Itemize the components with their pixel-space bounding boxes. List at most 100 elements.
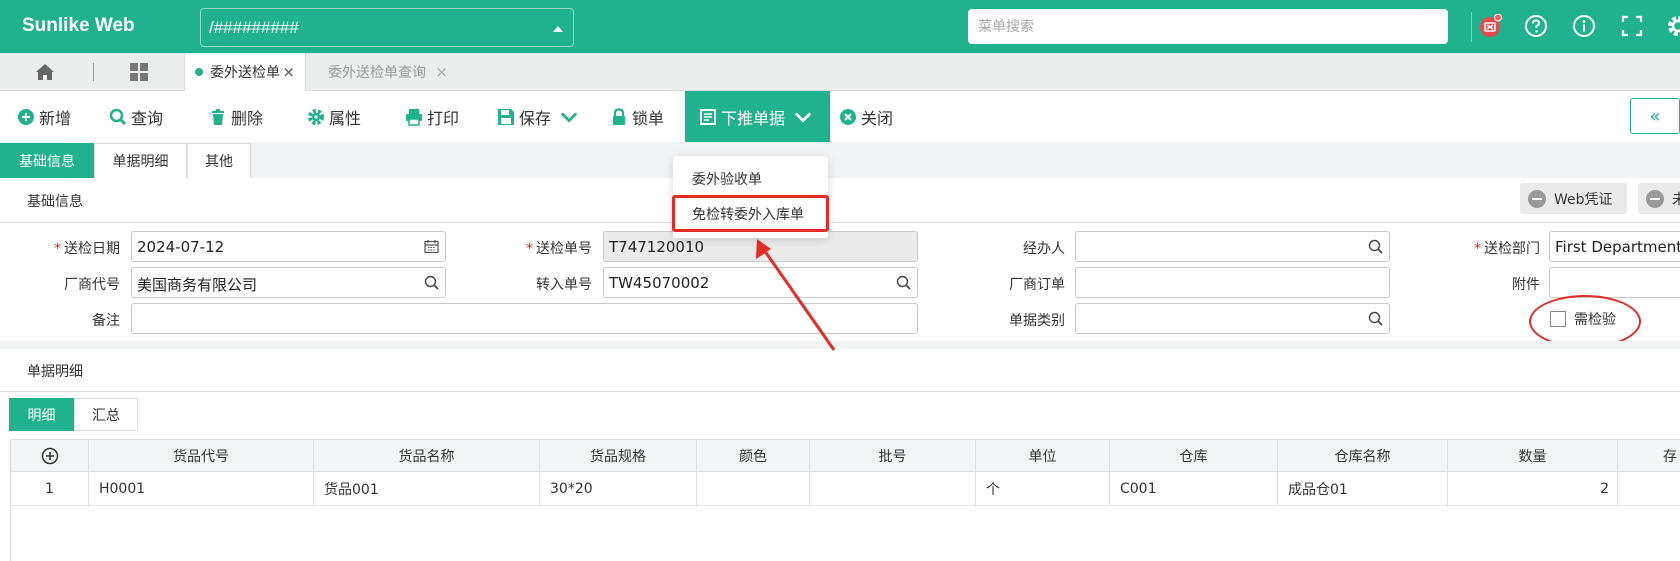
tab-basic-info[interactable]: 基础信息 [0,143,94,178]
menu-search-input[interactable] [968,9,1448,44]
top-header: Sunlike Web /######### [0,0,1680,53]
vendor-field[interactable]: 美国商务有限公司 [131,267,446,298]
tab-detail-lines[interactable]: 明细 [9,398,74,431]
col-header[interactable]: 货品规格 [540,440,697,471]
chevron-down-icon [560,111,578,123]
basic-info-header: 基础信息 Web凭证 未 [0,178,1680,223]
close-icon[interactable]: × [435,63,448,81]
fullscreen-icon[interactable] [1620,14,1644,38]
search-icon[interactable] [1368,311,1383,326]
search-icon[interactable] [896,275,911,290]
basic-info-title: 基础信息 [27,194,83,210]
calendar-icon[interactable] [424,239,439,254]
send-no-label: * 送检单号 [526,241,592,257]
query-button[interactable]: 查询 [109,91,163,142]
col-header[interactable]: 货品名称 [314,440,540,471]
lock-button[interactable]: 锁单 [610,91,664,142]
menu-item-outsource-acceptance[interactable]: 委外验收单 [692,169,762,189]
remark-field[interactable] [131,303,918,334]
cell-code[interactable]: H0001 [89,472,314,505]
send-no-value: T747120010 [609,238,705,256]
doc-type-field[interactable] [1075,303,1390,334]
notification-icon[interactable] [1478,13,1502,38]
tab-outsource-inspection-query[interactable]: 委外送检单查询 × [318,53,458,91]
transfer-no-field[interactable]: TW45070002 [603,267,918,298]
properties-button[interactable]: 属性 [307,91,361,142]
col-header[interactable]: 仓库 [1110,440,1278,471]
path-select[interactable]: /######### [200,8,574,47]
vendor-value: 美国商务有限公司 [137,276,258,294]
col-header[interactable]: 批号 [810,440,976,471]
minus-circle-icon [1528,189,1546,208]
info-icon[interactable] [1572,14,1596,38]
col-header[interactable]: 单位 [976,440,1110,471]
handler-label: 经办人 [1023,241,1065,257]
settings-icon[interactable] [1666,14,1680,38]
close-circle-icon [840,108,856,125]
attachment-field[interactable] [1549,267,1680,298]
table-row[interactable]: 1 H0001 货品001 30*20 个 C001 成品仓01 2 [11,472,1680,506]
search-icon[interactable] [424,275,439,290]
tabs-row: 委外送检单 × 委外送检单查询 × [0,53,1680,91]
cell-quantity[interactable]: 2 [1448,472,1618,505]
transfer-no-label: 转入单号 [536,277,592,293]
help-icon[interactable] [1524,14,1548,38]
delete-button[interactable]: 删除 [209,91,263,142]
add-button[interactable]: 新增 [17,91,71,142]
annotation-highlight-box [672,195,829,232]
push-down-button[interactable]: 下推单据 [685,91,831,142]
cell-batch[interactable] [810,472,976,505]
home-icon[interactable] [34,61,56,83]
col-header[interactable]: 货品代号 [89,440,314,471]
print-label: 打印 [427,108,460,128]
secondary-voucher-button[interactable]: 未 [1638,183,1680,214]
handler-field[interactable] [1075,231,1390,262]
close-button[interactable]: 关闭 [839,91,893,142]
doc-type-label: 单据类别 [1009,313,1065,329]
cell-name[interactable]: 货品001 [314,472,540,505]
web-voucher-button[interactable]: Web凭证 [1520,183,1627,214]
section-tabs: 基础信息 单据明细 其他 [0,142,1680,178]
apps-grid-icon[interactable] [128,61,150,83]
delete-label: 删除 [231,108,264,128]
header-divider [1471,12,1472,42]
close-icon[interactable]: × [282,63,295,81]
col-header[interactable]: 仓库名称 [1278,440,1448,471]
cell-warehouse-name[interactable]: 成品仓01 [1278,472,1448,505]
detail-title: 单据明细 [27,364,83,380]
save-button[interactable]: 保存 [497,91,582,142]
save-label: 保存 [519,108,552,128]
col-header[interactable]: 数量 [1448,440,1618,471]
col-header[interactable]: 颜色 [697,440,810,471]
search-icon[interactable] [1368,239,1383,254]
tab-document-detail[interactable]: 单据明细 [94,143,187,178]
lock-icon [613,107,625,125]
vendor-order-label: 厂商订单 [1009,277,1065,293]
cell-spec[interactable]: 30*20 [540,472,697,505]
add-row-button[interactable] [11,440,89,471]
print-button[interactable]: 打印 [405,91,459,142]
printer-icon [406,108,422,126]
chevron-down-icon [794,111,812,123]
vendor-label: 厂商代号 [64,277,120,293]
tab-summary[interactable]: 汇总 [74,398,138,431]
collapse-toolbar-button[interactable]: « [1630,98,1680,134]
col-header[interactable]: 存 [1618,440,1680,471]
tab-outsource-inspection[interactable]: 委外送检单 × [184,53,306,91]
dept-field[interactable]: First Department [1549,231,1680,262]
tab-other[interactable]: 其他 [187,143,251,178]
push-down-label: 下推单据 [721,108,786,128]
cell-unit[interactable]: 个 [976,472,1110,505]
gear-icon [308,108,324,125]
vendor-order-field[interactable] [1075,267,1390,298]
attachment-label: 附件 [1512,277,1540,293]
tab-label: 委外送检单 [210,65,280,81]
dept-value: First Department [1555,238,1680,256]
send-date-field[interactable]: 2024-07-12 [131,231,446,262]
brand-logo: Sunlike Web [22,15,135,36]
cell-color[interactable] [697,472,810,505]
cell-warehouse[interactable]: C001 [1110,472,1278,505]
cell-extra[interactable] [1618,472,1680,505]
detail-header: 单据明细 [0,349,1680,392]
dept-label: * 送检部门 [1474,241,1540,257]
